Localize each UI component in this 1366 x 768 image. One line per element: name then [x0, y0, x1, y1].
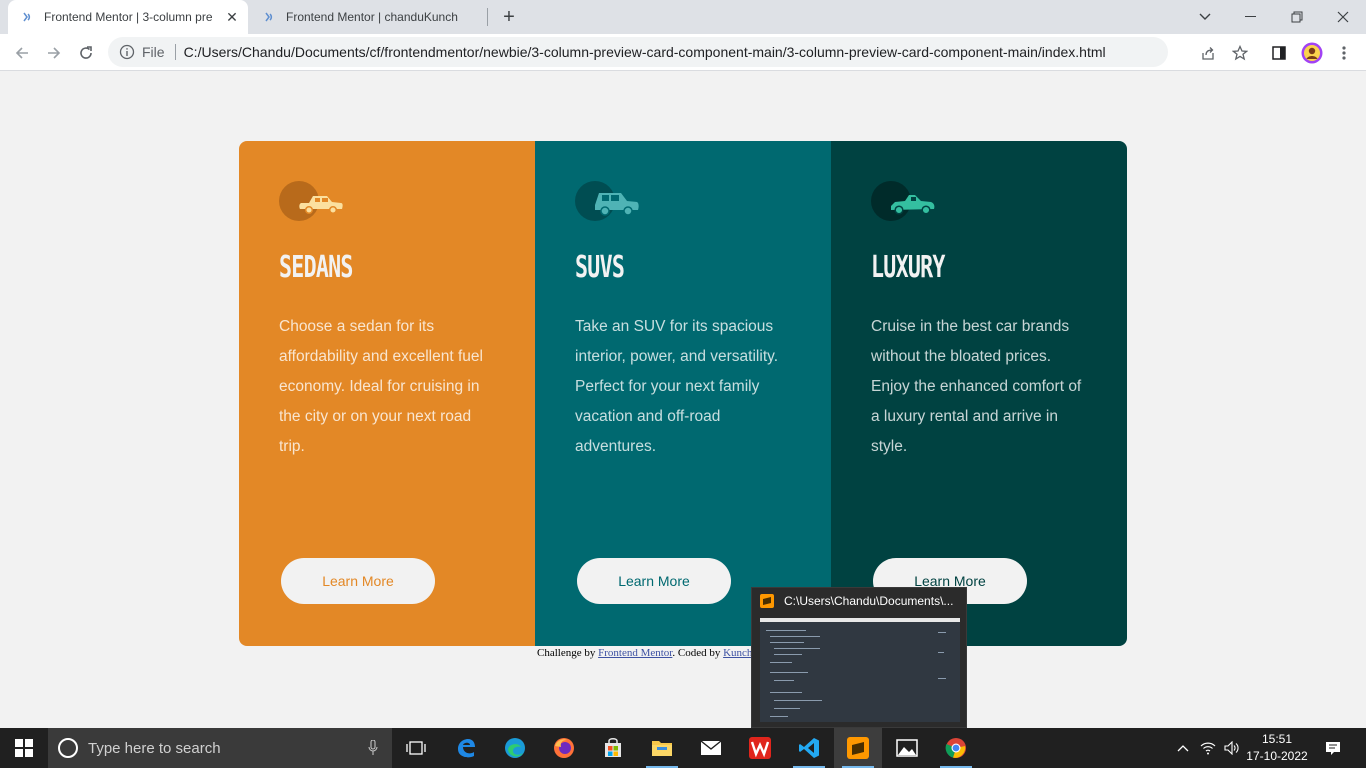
- learn-more-button[interactable]: Learn More: [281, 558, 435, 604]
- mail-icon[interactable]: [687, 728, 735, 768]
- cortana-icon: [58, 738, 78, 758]
- address-bar[interactable]: File C:/Users/Chandu/Documents/cf/fronte…: [108, 37, 1168, 67]
- attribution-prefix: Challenge by: [537, 647, 599, 659]
- frontend-mentor-link[interactable]: Frontend Mentor: [598, 647, 672, 659]
- card-title: LUXURY: [871, 250, 945, 285]
- windows-start-icon[interactable]: [0, 728, 48, 768]
- tab-title: Frontend Mentor | 3-column pre: [44, 10, 213, 24]
- edge-icon[interactable]: [491, 728, 539, 768]
- frontend-mentor-favicon-icon: [262, 9, 278, 25]
- cards-container: SEDANS Choose a sedan for its affordabil…: [239, 141, 1127, 646]
- firefox-icon[interactable]: [540, 728, 588, 768]
- attribution-middle: . Coded by: [672, 647, 724, 659]
- tab-inactive[interactable]: Frontend Mentor | chanduKunch: [250, 0, 486, 34]
- show-hidden-icons-icon[interactable]: [1172, 728, 1194, 768]
- system-clock[interactable]: 15:51 17-10-2022: [1246, 731, 1308, 765]
- microsoft-store-icon[interactable]: [589, 728, 637, 768]
- attribution: Challenge by Frontend Mentor. Coded by K…: [537, 647, 752, 659]
- info-icon[interactable]: [118, 43, 136, 61]
- sedan-icon: [279, 181, 343, 221]
- task-view-icon[interactable]: [392, 728, 440, 768]
- new-tab-button[interactable]: +: [497, 5, 521, 29]
- microphone-icon[interactable]: [368, 739, 378, 760]
- minimize-icon[interactable]: [1228, 0, 1274, 34]
- clock-time: 15:51: [1261, 732, 1293, 746]
- tab-search-icon[interactable]: [1182, 0, 1228, 34]
- close-tab-icon[interactable]: ✕: [222, 7, 242, 27]
- profile-avatar[interactable]: [1298, 39, 1326, 67]
- page-viewport: SEDANS Choose a sedan for its affordabil…: [0, 72, 1366, 728]
- reload-icon[interactable]: [72, 39, 100, 67]
- url-text[interactable]: C:/Users/Chandu/Documents/cf/frontendmen…: [184, 44, 1106, 60]
- photos-icon[interactable]: [883, 728, 931, 768]
- tab-separator: [487, 8, 488, 26]
- volume-icon[interactable]: [1220, 728, 1244, 768]
- taskbar-window-preview[interactable]: C:\Users\Chandu\Documents\...: [751, 587, 967, 728]
- card-sedans: SEDANS Choose a sedan for its affordabil…: [239, 141, 535, 646]
- close-window-icon[interactable]: [1320, 0, 1366, 34]
- preview-title: C:\Users\Chandu\Documents\...: [784, 594, 954, 608]
- card-description: Cruise in the best car brands without th…: [871, 318, 1082, 455]
- tab-strip: Frontend Mentor | 3-column pre ✕ Fronten…: [0, 0, 1366, 34]
- wifi-icon[interactable]: [1196, 728, 1220, 768]
- preview-thumbnail: [760, 618, 960, 722]
- sublime-text-taskbar-icon[interactable]: [834, 728, 882, 768]
- restore-icon[interactable]: [1274, 0, 1320, 34]
- forward-icon[interactable]: [40, 39, 68, 67]
- wps-office-icon[interactable]: [736, 728, 784, 768]
- vscode-icon[interactable]: [785, 728, 833, 768]
- url-scheme-label: File: [142, 44, 165, 60]
- card-title: SEDANS: [279, 250, 353, 285]
- browser-toolbar: File C:/Users/Chandu/Documents/cf/fronte…: [0, 34, 1366, 71]
- search-placeholder: Type here to search: [88, 739, 221, 757]
- card-suvs: SUVS Take an SUV for its spacious interi…: [535, 141, 831, 646]
- edge-legacy-icon[interactable]: [442, 728, 490, 768]
- back-icon[interactable]: [8, 39, 36, 67]
- card-title: SUVS: [575, 250, 625, 285]
- side-panel-icon[interactable]: [1265, 39, 1293, 67]
- notifications-icon[interactable]: [1318, 728, 1348, 768]
- author-link[interactable]: Kunch: [723, 647, 752, 659]
- url-divider: [174, 44, 176, 60]
- frontend-mentor-favicon-icon: [20, 9, 36, 25]
- sublime-text-icon: [760, 594, 774, 608]
- file-explorer-icon[interactable]: [638, 728, 686, 768]
- bookmark-star-icon[interactable]: [1226, 39, 1254, 67]
- clock-date: 17-10-2022: [1246, 749, 1308, 763]
- card-description: Choose a sedan for its affordability and…: [279, 318, 483, 455]
- share-icon[interactable]: [1194, 39, 1222, 67]
- windows-taskbar: Type here to search 15:51 17-10-2022: [0, 728, 1366, 768]
- luxury-car-icon: [871, 181, 935, 221]
- learn-more-button[interactable]: Learn More: [577, 558, 731, 604]
- tab-title: Frontend Mentor | chanduKunch: [286, 10, 458, 24]
- card-description: Take an SUV for its spacious interior, p…: [575, 318, 779, 455]
- chrome-menu-icon[interactable]: [1330, 39, 1358, 67]
- tab-active[interactable]: Frontend Mentor | 3-column pre ✕: [8, 0, 248, 34]
- suv-icon: [575, 181, 639, 221]
- chrome-icon[interactable]: [932, 728, 980, 768]
- taskbar-search-box[interactable]: Type here to search: [48, 728, 392, 768]
- card-luxury: LUXURY Cruise in the best car brands wit…: [831, 141, 1127, 646]
